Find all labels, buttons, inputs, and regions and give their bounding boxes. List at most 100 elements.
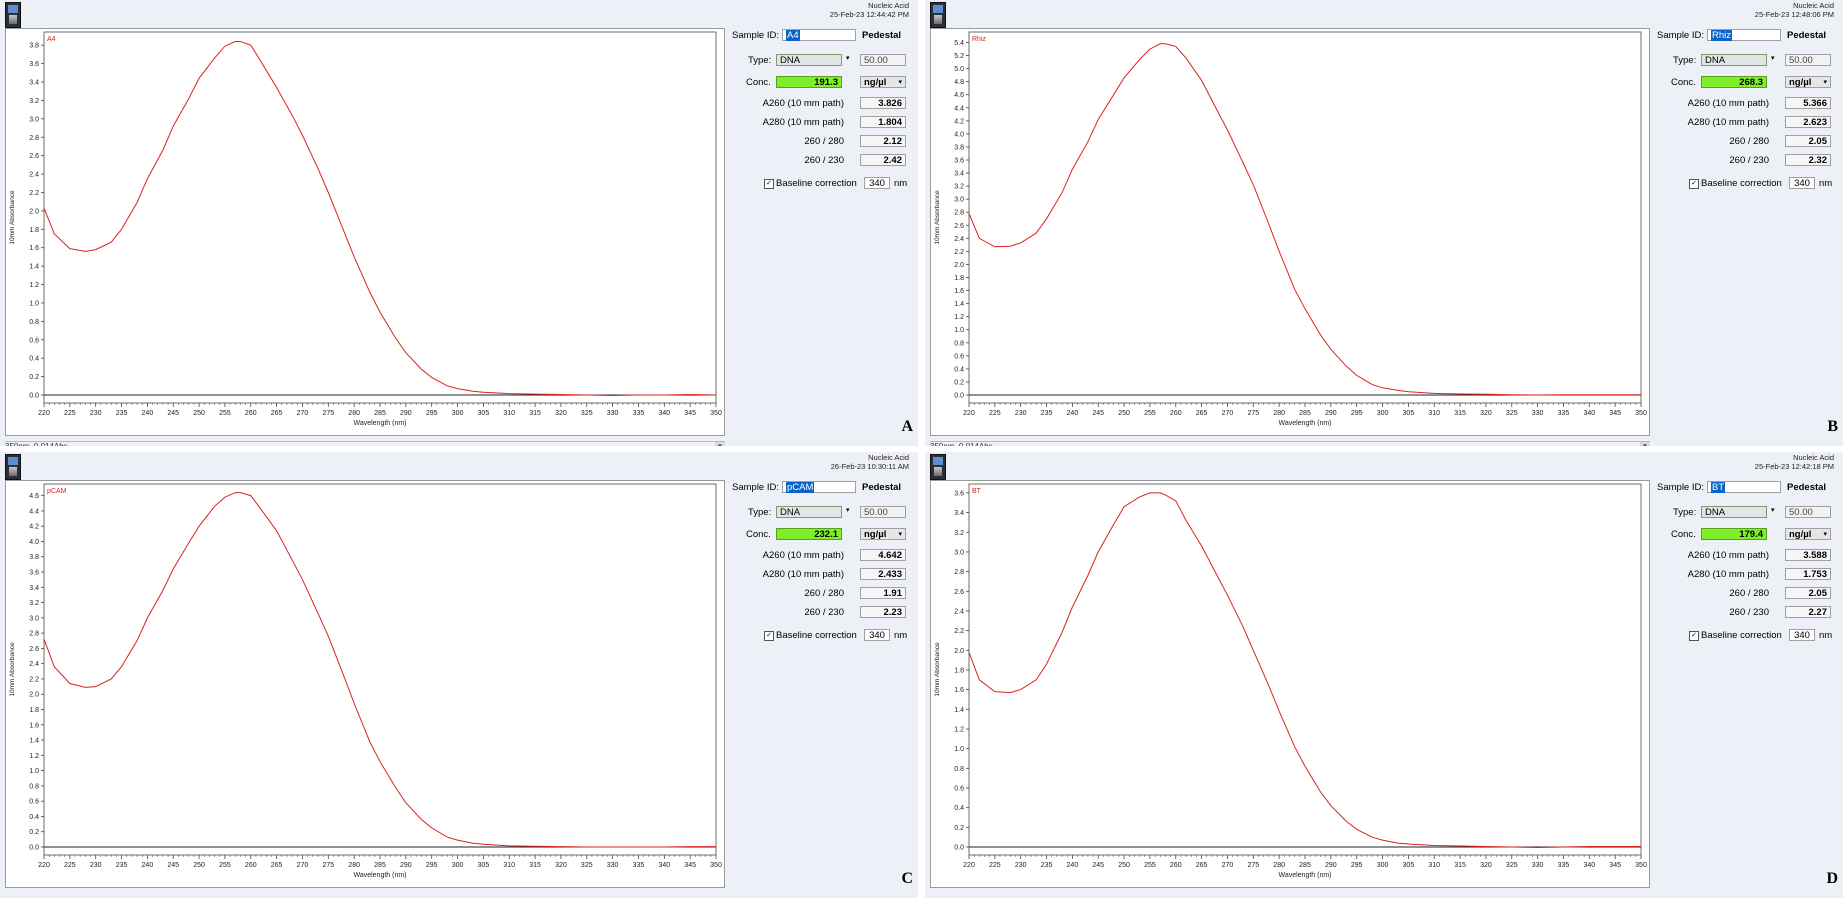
baseline-unit: nm [894, 178, 908, 189]
x-tick-label: 295 [1351, 862, 1363, 869]
x-tick-label: 330 [607, 410, 619, 417]
sample-id-input[interactable]: Rhiz [1707, 29, 1781, 41]
y-tick-label: 1.0 [954, 746, 964, 753]
concentration-value: 232.1 [776, 528, 842, 540]
sample-id-input[interactable]: A4 [782, 29, 856, 41]
x-tick-label: 345 [1609, 410, 1621, 417]
app-logo-icon[interactable] [930, 454, 946, 480]
chevron-down-icon[interactable]: ▾ [1771, 54, 1775, 62]
r260_230-label: 260 / 230 [804, 155, 844, 166]
a280-value: 2.433 [860, 568, 906, 580]
chevron-down-icon[interactable]: ▾ [1771, 506, 1775, 514]
x-tick-label: 315 [529, 410, 541, 417]
y-tick-label: 2.2 [29, 676, 39, 683]
app-logo-icon[interactable] [5, 454, 21, 480]
x-axis-label: Wavelength (nm) [1278, 872, 1331, 879]
unit-select[interactable]: ng/µl ▾ [1785, 528, 1831, 540]
a260-label: A260 (10 mm path) [1687, 550, 1769, 561]
baseline-input[interactable]: 340 [1789, 629, 1815, 641]
y-tick-label: 0.6 [29, 799, 39, 806]
cursor-readout-text: 350nm, 0.014Abs [930, 442, 993, 446]
app-name: Nucleic Acid [868, 453, 909, 462]
x-tick-label: 350 [1635, 410, 1647, 417]
x-tick-label: 285 [374, 862, 386, 869]
y-tick-label: 1.8 [29, 707, 39, 714]
y-tick-label: 0.4 [29, 814, 39, 821]
chevron-down-icon[interactable]: ▾ [846, 54, 850, 62]
y-tick-label: 2.4 [954, 608, 964, 615]
x-tick-label: 345 [1609, 862, 1621, 869]
unit-select[interactable]: ng/µl ▾ [1785, 76, 1831, 88]
y-axis-label: 10mm Absorbance [934, 642, 941, 697]
x-tick-label: 315 [1454, 410, 1466, 417]
a260-value: 4.642 [860, 549, 906, 561]
baseline-checkbox[interactable]: ✓ [764, 179, 774, 189]
y-tick-label: 4.2 [954, 118, 964, 125]
sample-id-input[interactable]: BT [1707, 481, 1781, 493]
type-select[interactable]: DNA [776, 54, 842, 66]
plot-area [43, 31, 717, 404]
x-axis-label: Wavelength (nm) [1278, 420, 1331, 427]
r260_230-label: 260 / 230 [1729, 155, 1769, 166]
r260_230-value: 2.23 [860, 606, 906, 618]
scroll-down-icon[interactable]: ▾ [1640, 442, 1650, 446]
app-logo-icon[interactable] [5, 2, 21, 28]
r260_230-value: 2.32 [1785, 154, 1831, 166]
chevron-down-icon[interactable]: ▾ [846, 506, 850, 514]
y-tick-label: 3.2 [954, 184, 964, 191]
spectrum-chart[interactable]: 0.0 0.2 0.4 0.6 0.8 1.0 1.2 1.4 1.6 1.8 2.0 2.2 2.4 2… [5, 480, 725, 888]
y-tick-label: 3.8 [29, 554, 39, 561]
unit-select[interactable]: ng/µl ▾ [860, 528, 906, 540]
y-tick-label: 2.0 [954, 262, 964, 269]
baseline-checkbox[interactable]: ✓ [1689, 179, 1699, 189]
baseline-checkbox[interactable]: ✓ [764, 631, 774, 641]
scroll-down-icon[interactable]: ▾ [715, 442, 725, 446]
sample-id-input[interactable]: pCAM [782, 481, 856, 493]
app-name: Nucleic Acid [1793, 1, 1834, 10]
unit-select[interactable]: ng/µl ▾ [860, 76, 906, 88]
type-select[interactable]: DNA [1701, 506, 1767, 518]
y-tick-label: 2.2 [29, 190, 39, 197]
x-tick-label: 340 [658, 862, 670, 869]
y-tick-label: 2.6 [954, 223, 964, 230]
a280-label: A280 (10 mm path) [1687, 117, 1769, 128]
sample-id-value: A4 [786, 30, 800, 41]
r260_230-label: 260 / 230 [804, 607, 844, 618]
x-tick-label: 290 [400, 862, 412, 869]
baseline-input[interactable]: 340 [1789, 177, 1815, 189]
panel-letter: D [1826, 870, 1838, 887]
spectrum-chart[interactable]: 0.0 0.2 0.4 0.6 0.8 1.0 1.2 1.4 1.6 1.8 2.0 2.2 2.4 2… [930, 480, 1650, 888]
x-tick-label: 315 [1454, 862, 1466, 869]
spectrum-panel-c: Nucleic Acid 26-Feb-23 10:30:11 AM 0.0 0.2 0… [0, 452, 918, 898]
x-tick-label: 280 [348, 410, 360, 417]
plot-area [968, 483, 1642, 856]
y-tick-label: 3.2 [29, 600, 39, 607]
spectrum-chart[interactable]: 0.0 0.2 0.4 0.6 0.8 1.0 1.2 1.4 1.6 1.8 2.0 2.2 2.4 2… [5, 28, 725, 436]
y-tick-label: 3.0 [954, 197, 964, 204]
panel-letter: A [901, 418, 913, 435]
y-tick-label: 0.2 [954, 379, 964, 386]
x-tick-label: 305 [478, 410, 490, 417]
x-tick-label: 335 [633, 862, 645, 869]
x-tick-label: 250 [193, 862, 205, 869]
x-tick-label: 270 [1222, 862, 1234, 869]
baseline-input[interactable]: 340 [864, 177, 890, 189]
spectrum-panel-d: Nucleic Acid 25-Feb-23 12:42:18 PM 0.0 0.2 0… [925, 452, 1843, 898]
type-select[interactable]: DNA [1701, 54, 1767, 66]
unit-value: ng/µl [1789, 77, 1812, 88]
header-info: Nucleic Acid 25-Feb-23 12:44:42 PM [830, 1, 909, 19]
app-logo-icon[interactable] [930, 2, 946, 28]
y-tick-label: 1.4 [29, 738, 39, 745]
x-tick-label: 260 [245, 862, 257, 869]
x-tick-label: 245 [167, 862, 179, 869]
measurement-panel: Sample ID: Rhiz Pedestal Type: DNA ▾ 50.00 Conc… [1657, 28, 1837, 198]
x-tick-label: 305 [1403, 862, 1415, 869]
spectrum-chart[interactable]: 0.0 0.2 0.4 0.6 0.8 1.0 1.2 1.4 1.6 1.8 2.0 2.2 2.4 2… [930, 28, 1650, 436]
measurement-panel: Sample ID: pCAM Pedestal Type: DNA ▾ 50.00 Conc… [732, 480, 912, 650]
y-tick-label: 1.4 [954, 707, 964, 714]
baseline-checkbox[interactable]: ✓ [1689, 631, 1699, 641]
baseline-input[interactable]: 340 [864, 629, 890, 641]
x-tick-label: 245 [1092, 410, 1104, 417]
x-tick-label: 335 [1558, 410, 1570, 417]
type-select[interactable]: DNA [776, 506, 842, 518]
